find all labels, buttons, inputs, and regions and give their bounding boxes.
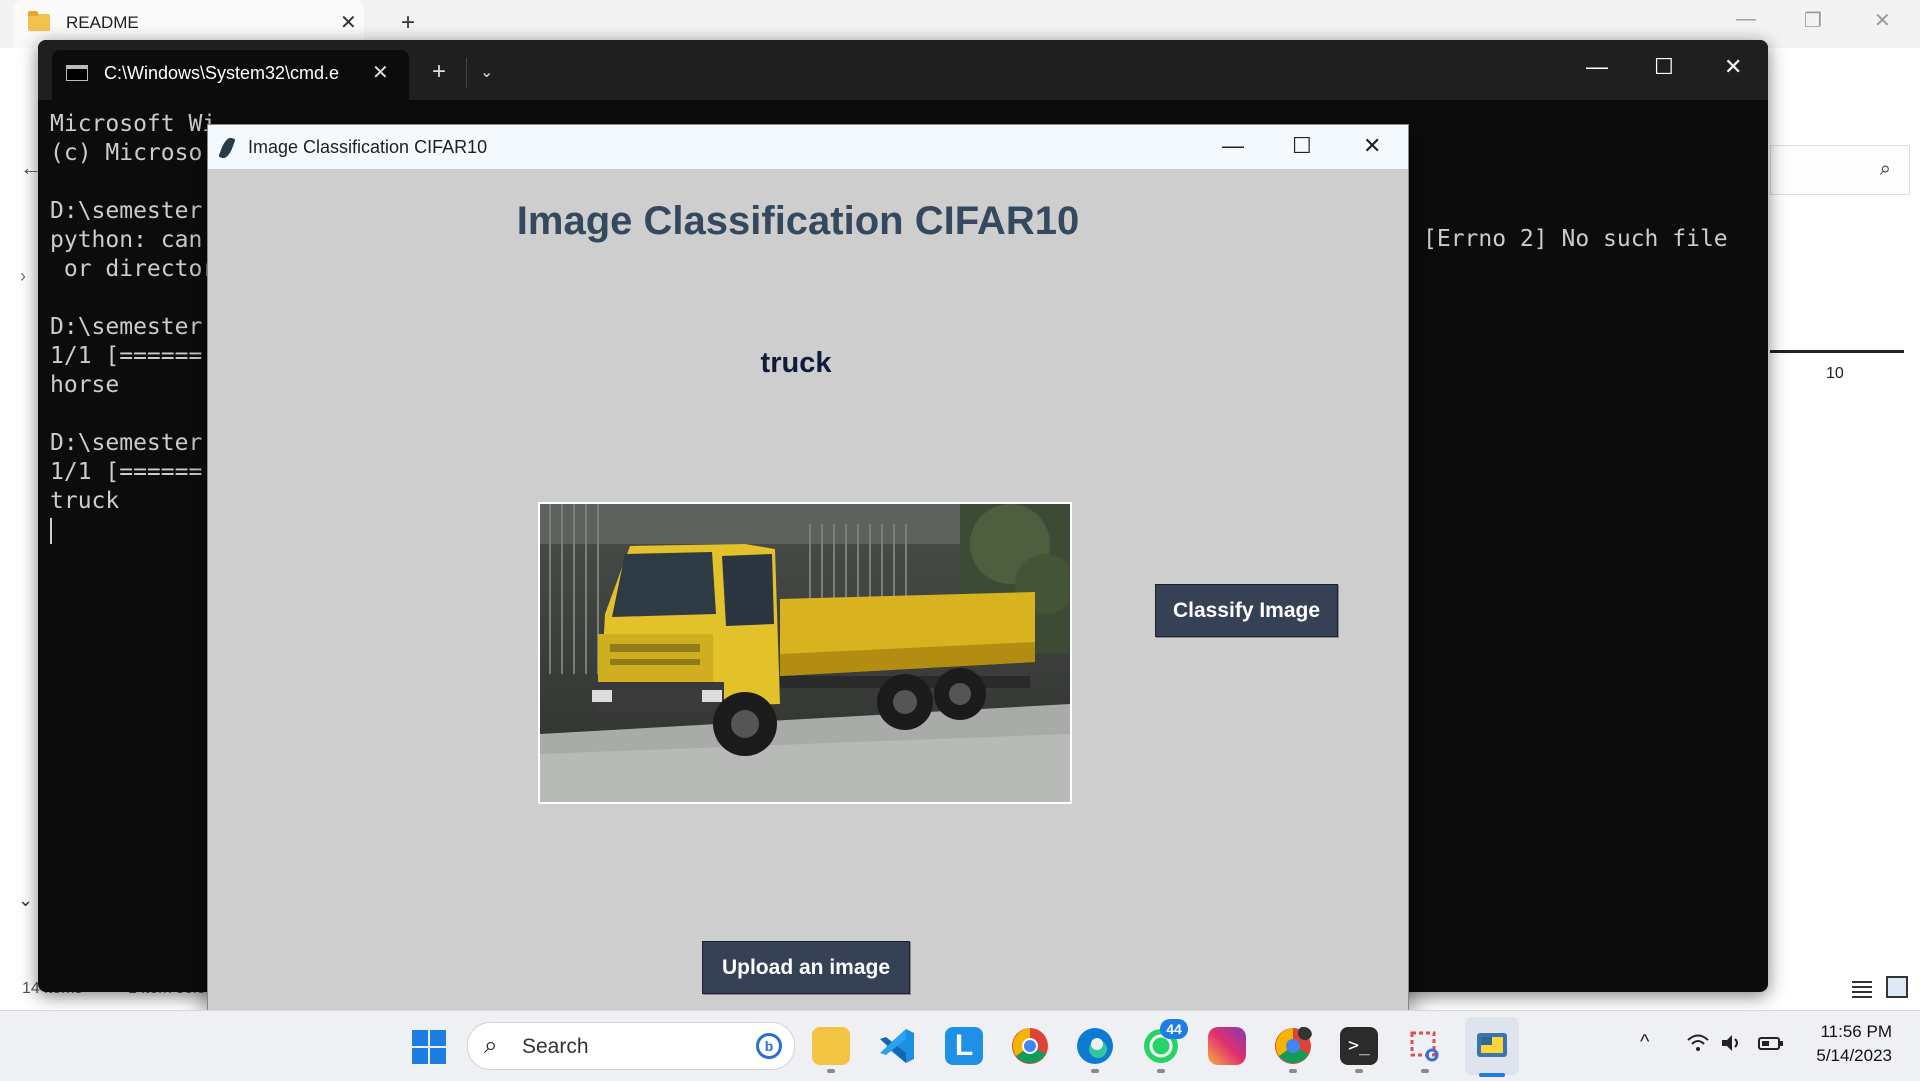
running-indicator (1157, 1069, 1165, 1073)
active-indicator (1479, 1073, 1505, 1077)
running-indicator (827, 1069, 835, 1073)
windows-start-icon[interactable] (412, 1030, 446, 1064)
terminal-line: horse (50, 372, 120, 398)
volume-icon[interactable] (1720, 1033, 1742, 1053)
app-heading: Image Classification CIFAR10 (208, 199, 1408, 244)
terminal-tab[interactable]: C:\Windows\System32\cmd.e ✕ (52, 50, 409, 100)
classify-image-button[interactable]: Classify Image (1155, 584, 1338, 637)
close-icon[interactable]: ✕ (372, 60, 389, 85)
maximize-button[interactable]: ☐ (1292, 133, 1312, 159)
tk-feather-icon (218, 135, 236, 161)
axis-tick-label: 10 (1826, 365, 1844, 382)
terminal-cursor-line (50, 516, 216, 545)
terminal-line: or director (50, 256, 217, 282)
explorer-tab-label: README (66, 13, 139, 32)
terminal-line: Microsoft Wi (50, 111, 217, 137)
python-icon[interactable] (1473, 1027, 1511, 1065)
app-heading-text: Image Classification CIFAR10 (516, 199, 1080, 243)
close-icon[interactable]: ✕ (340, 10, 357, 35)
terminal-line: D:\semester (50, 314, 203, 340)
chevron-right-icon[interactable]: › (20, 266, 26, 287)
search-placeholder: Search (522, 1035, 589, 1058)
divider (466, 58, 467, 88)
l-app-icon[interactable]: L (945, 1027, 983, 1065)
minimize-button[interactable]: — (1586, 54, 1608, 80)
chrome-profile-icon[interactable] (1274, 1027, 1312, 1065)
file-explorer-icon[interactable] (812, 1027, 850, 1065)
running-indicator (1289, 1069, 1297, 1073)
upload-image-button[interactable]: Upload an image (702, 941, 910, 994)
text-cursor (50, 517, 52, 544)
terminal-tab-bar: C:\Windows\System32\cmd.e ✕ + ⌄ — ☐ ✕ (38, 40, 1768, 100)
taskbar: ⌕ Search b L 44 >_ ^ 11:56 PM 5/14/2023 (0, 1010, 1920, 1081)
close-button[interactable]: ✕ (1724, 54, 1742, 80)
uploaded-image (538, 502, 1072, 804)
terminal-output[interactable]: Microsoft Wi (c) Microso D:\semester pytho… (50, 110, 216, 545)
search-icon: ⌕ (484, 1032, 498, 1059)
classification-result: truck (208, 347, 1408, 380)
tiles-view-icon[interactable] (1886, 976, 1908, 998)
chrome-icon[interactable] (1011, 1027, 1049, 1065)
chevron-down-icon[interactable]: ⌄ (480, 62, 493, 82)
image-classifier-window: Image Classification CIFAR10 — ☐ ✕ Image… (207, 124, 1409, 1016)
chart-axis-line (1770, 350, 1904, 353)
terminal-line: D:\semester (50, 198, 203, 224)
app-window-title: Image Classification CIFAR10 (248, 137, 488, 157)
close-button[interactable]: ✕ (1363, 133, 1381, 159)
snipping-tool-icon[interactable] (1406, 1027, 1444, 1065)
result-label: truck (760, 347, 832, 379)
details-view-icon[interactable] (1852, 980, 1872, 998)
bing-icon[interactable]: b (756, 1033, 782, 1059)
terminal-tab-label: C:\Windows\System32\cmd.e (104, 63, 340, 83)
clock-time[interactable]: 11:56 PM (1812, 1022, 1892, 1042)
notification-badge: 44 (1160, 1019, 1188, 1039)
terminal-error-text: [Errno 2] No such file (1423, 226, 1728, 252)
vscode-icon[interactable] (878, 1027, 916, 1065)
maximize-button[interactable]: ☐ (1654, 54, 1674, 80)
minimize-button[interactable]: — (1222, 133, 1244, 159)
terminal-line: D:\semester (50, 430, 203, 456)
new-tab-button[interactable]: + (432, 58, 446, 86)
folder-icon (28, 11, 50, 31)
clock-date[interactable]: 5/14/2023 (1800, 1046, 1892, 1066)
minimize-button[interactable]: — (1736, 8, 1756, 31)
restore-button[interactable]: ❐ (1804, 8, 1822, 33)
running-indicator (1091, 1069, 1099, 1073)
cmd-icon (66, 65, 88, 81)
close-button[interactable]: ✕ (1874, 8, 1891, 33)
chevron-down-icon[interactable]: ⌄ (18, 890, 33, 911)
battery-icon[interactable] (1758, 1033, 1784, 1053)
terminal-app-icon[interactable]: >_ (1340, 1027, 1378, 1065)
search-icon: ⌕ (1879, 158, 1891, 180)
terminal-line: 1/1 [====== (50, 459, 203, 485)
terminal-line: 1/1 [====== (50, 343, 203, 369)
wifi-icon[interactable] (1686, 1033, 1710, 1053)
chevron-up-icon[interactable]: ^ (1640, 1031, 1649, 1054)
app-title-bar[interactable]: Image Classification CIFAR10 — ☐ ✕ (208, 125, 1408, 169)
edge-icon[interactable] (1076, 1027, 1114, 1065)
terminal-line: truck (50, 488, 120, 514)
new-tab-button[interactable]: + (401, 9, 415, 37)
terminal-line: python: can (50, 227, 203, 253)
running-indicator (1355, 1069, 1363, 1073)
terminal-line: (c) Microso (50, 140, 203, 166)
taskbar-search-box[interactable]: ⌕ Search b (467, 1022, 795, 1070)
instagram-icon[interactable] (1208, 1027, 1246, 1065)
explorer-search-box[interactable]: ⌕ (1770, 145, 1910, 195)
truck-photo (540, 504, 1070, 802)
running-indicator (1421, 1069, 1429, 1073)
